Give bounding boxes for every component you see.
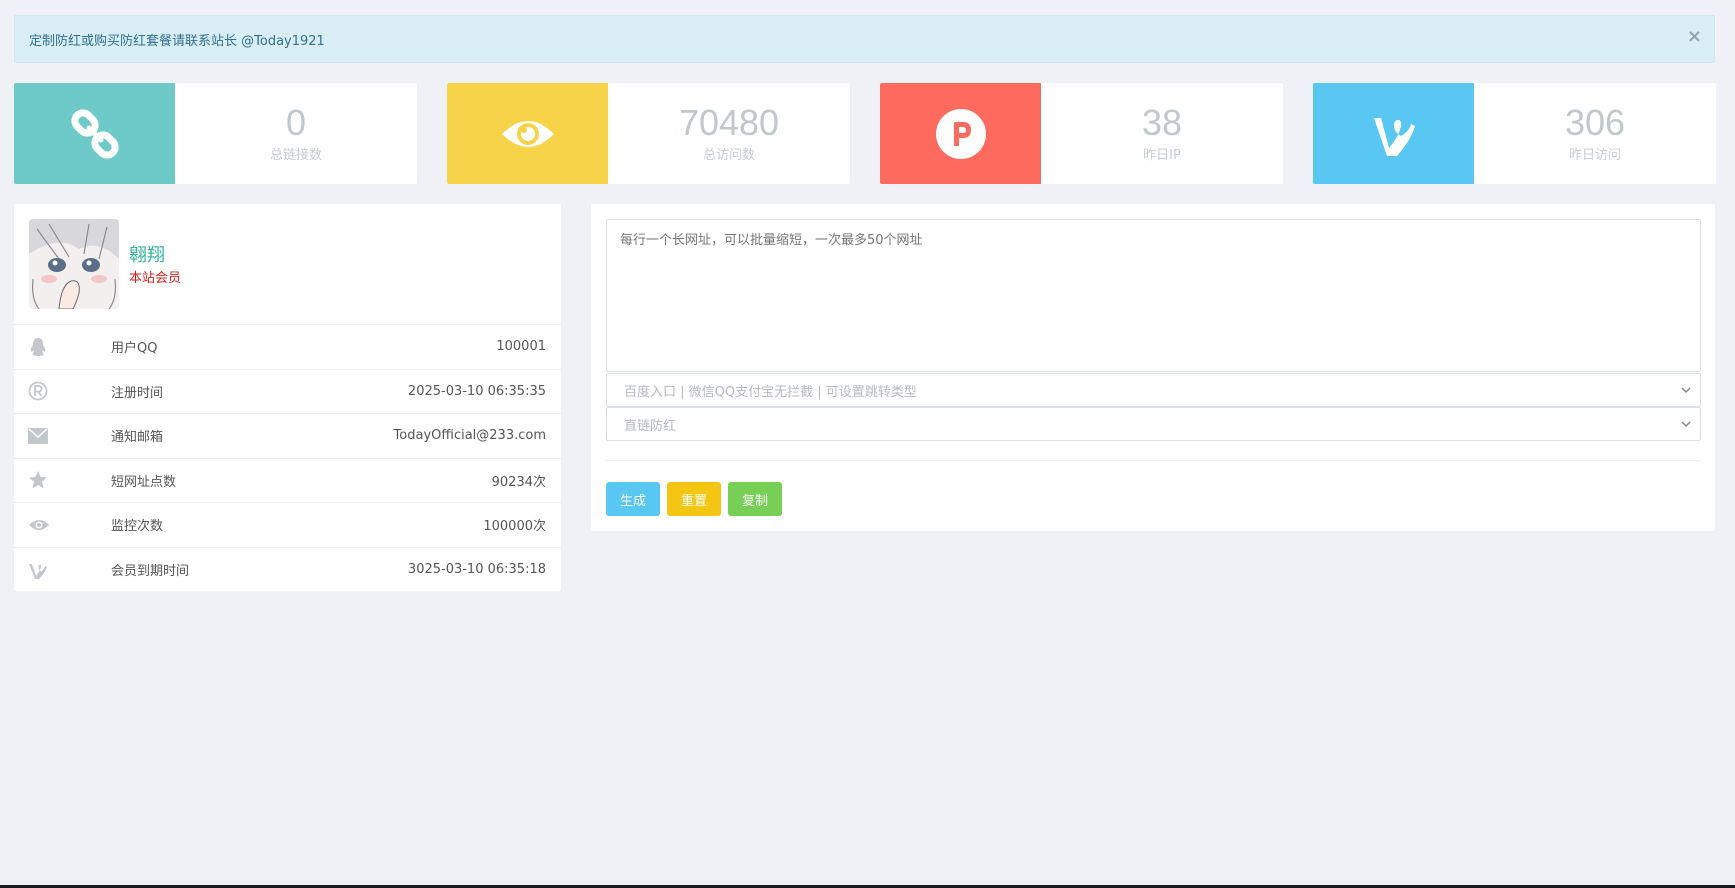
row-key: 注册时间 bbox=[111, 385, 164, 401]
user-level: 本站会员 bbox=[129, 271, 182, 286]
link-icon bbox=[14, 83, 175, 184]
row-value: 100001 bbox=[496, 339, 546, 355]
select-value: 百度入口 | 微信QQ支付宝无拦截 | 可设置跳转类型 bbox=[624, 384, 917, 400]
shorten-form-panel: 百度入口 | 微信QQ支付宝无拦截 | 可设置跳转类型 直链防红 生成 重置 复… bbox=[591, 204, 1715, 531]
row-key: 监控次数 bbox=[111, 519, 164, 535]
envelope-icon bbox=[14, 427, 111, 444]
stat-value: 70480 bbox=[678, 102, 780, 143]
row-value: TodayOfficial@233.com bbox=[393, 428, 546, 444]
eye-icon bbox=[14, 518, 111, 532]
vine-icon bbox=[1313, 83, 1474, 184]
row-value: 2025-03-10 06:35:35 bbox=[407, 383, 546, 399]
close-icon[interactable]: × bbox=[1687, 28, 1702, 46]
profile-row-email: 通知邮箱 TodayOfficial@233.com bbox=[14, 414, 561, 459]
parking-p-icon bbox=[880, 83, 1041, 184]
vine-icon bbox=[14, 560, 111, 580]
row-value: 3025-03-10 06:35:18 bbox=[407, 562, 546, 578]
profile-row-register-time: 注册时间 2025-03-10 06:35:35 bbox=[14, 370, 561, 414]
row-value: 90234次 bbox=[491, 474, 546, 490]
profile-row-monitor-count: 监控次数 100000次 bbox=[14, 503, 561, 548]
stat-card-total-visits: 70480 总访问数 bbox=[447, 83, 850, 184]
avatar bbox=[29, 219, 119, 309]
url-textarea[interactable] bbox=[606, 219, 1701, 372]
profile-row-expire-time: 会员到期时间 3025-03-10 06:35:18 bbox=[14, 548, 561, 593]
select-value: 直链防红 bbox=[624, 418, 677, 434]
profile-row-points: 短网址点数 90234次 bbox=[14, 459, 561, 503]
qq-penguin-icon bbox=[14, 337, 111, 357]
notice-alert: 定制防红或购买防红套餐请联系站长 @Today1921 × bbox=[14, 15, 1715, 63]
stat-card-total-links: 0 总链接数 bbox=[14, 83, 417, 184]
stat-label: 总链接数 bbox=[269, 148, 322, 163]
stat-value: 306 bbox=[1564, 102, 1626, 143]
profile-row-qq: 用户QQ 100001 bbox=[14, 325, 561, 370]
divider bbox=[606, 460, 1701, 461]
chevron-down-icon bbox=[1680, 384, 1692, 400]
stat-value: 0 bbox=[285, 102, 307, 143]
star-icon bbox=[14, 470, 111, 490]
row-key: 短网址点数 bbox=[111, 474, 177, 490]
stat-label: 昨日IP bbox=[1143, 148, 1181, 163]
copy-button[interactable]: 复制 bbox=[728, 482, 782, 516]
stat-value: 38 bbox=[1141, 102, 1183, 143]
row-key: 通知邮箱 bbox=[111, 430, 164, 446]
row-value: 100000次 bbox=[483, 519, 546, 535]
stat-card-yesterday-visits: 306 昨日访问 bbox=[1313, 83, 1716, 184]
row-key: 会员到期时间 bbox=[111, 564, 190, 580]
eye-icon bbox=[447, 83, 608, 184]
anti-block-select[interactable]: 直链防红 bbox=[606, 407, 1701, 441]
stat-card-yesterday-ip: 38 昨日IP bbox=[880, 83, 1283, 184]
profile-header: 翱翔 本站会员 bbox=[14, 204, 561, 325]
user-profile-panel: 翱翔 本站会员 用户QQ 100001 注册时间 2025-03-10 06:3… bbox=[14, 204, 561, 591]
reset-button[interactable]: 重置 bbox=[667, 482, 721, 516]
generate-button[interactable]: 生成 bbox=[606, 482, 660, 516]
row-key: 用户QQ bbox=[111, 341, 158, 357]
user-name: 翱翔 bbox=[129, 245, 165, 266]
stat-label: 昨日访问 bbox=[1568, 148, 1621, 163]
jump-type-select[interactable]: 百度入口 | 微信QQ支付宝无拦截 | 可设置跳转类型 bbox=[606, 373, 1701, 407]
stat-label: 总访问数 bbox=[702, 148, 755, 163]
registered-icon bbox=[14, 381, 111, 401]
chevron-down-icon bbox=[1680, 418, 1692, 434]
notice-text: 定制防红或购买防红套餐请联系站长 @Today1921 bbox=[29, 33, 325, 49]
